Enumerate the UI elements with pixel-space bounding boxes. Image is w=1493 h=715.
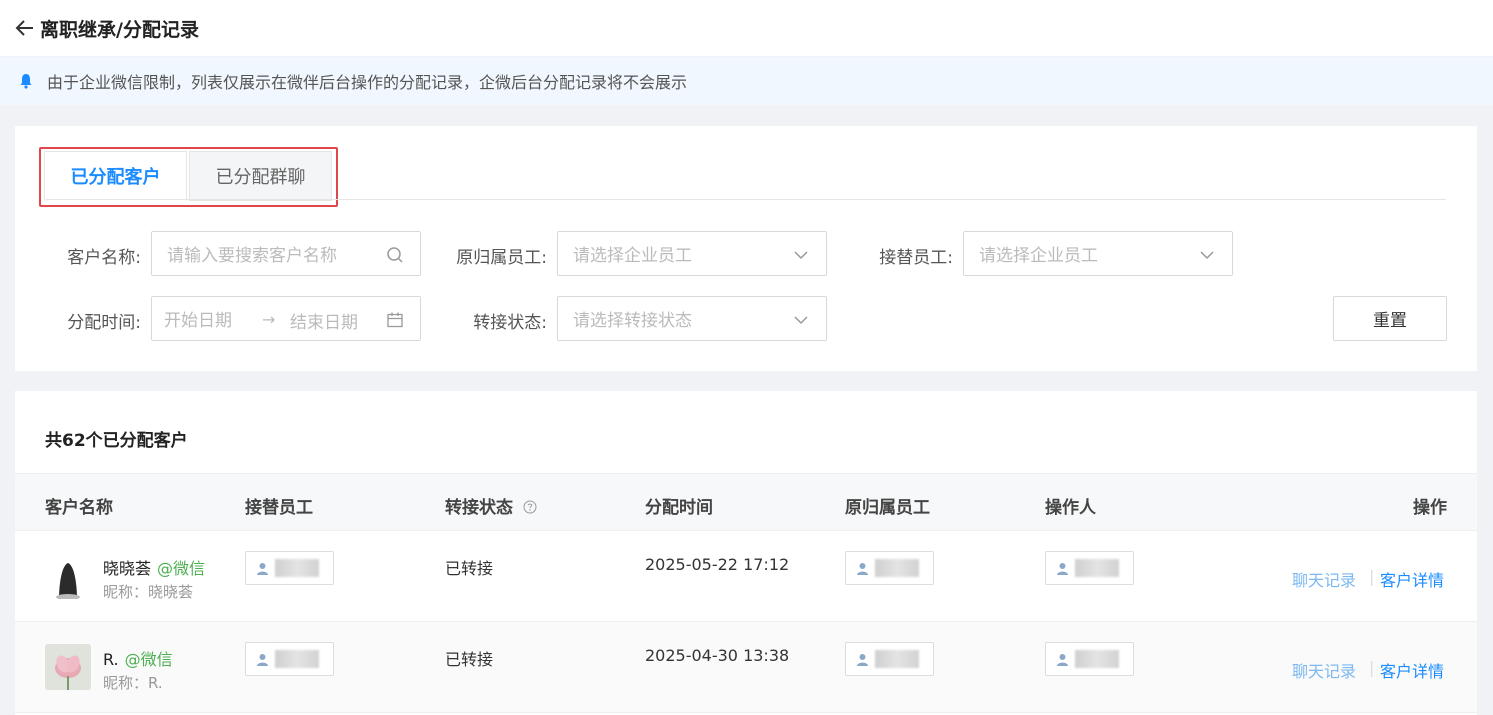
- back-arrow-icon[interactable]: [14, 17, 36, 39]
- customer-name-placeholder: 请输入要搜索客户名称: [167, 246, 337, 266]
- original-employee-label: 原归属员工:: [456, 248, 547, 268]
- tab-divider: [46, 199, 1446, 200]
- original-employee-placeholder: 请选择企业员工: [573, 246, 692, 266]
- result-count: 共62个已分配客户: [45, 431, 188, 451]
- table-row: R. @微信 昵称：R. 已转接 2025-04-30 13:38 聊天记录 | …: [15, 622, 1477, 713]
- source-tag: @微信: [157, 559, 206, 578]
- operator-tag: [1045, 642, 1134, 676]
- customer-name: 晓晓荟 @微信: [103, 555, 205, 579]
- table-header: 客户名称 接替员工 转接状态 分配时间 原归属员工 操作人 操作: [15, 473, 1477, 531]
- avatar: [45, 644, 91, 690]
- range-arrow-icon: →: [262, 310, 276, 329]
- original-employee-tag: [845, 642, 934, 676]
- transfer-status-select[interactable]: 请选择转接状态: [557, 296, 827, 341]
- assign-time-label: 分配时间:: [67, 313, 141, 333]
- redacted-name: [875, 559, 919, 577]
- chevron-down-icon: [794, 251, 808, 260]
- redacted-name: [275, 650, 319, 668]
- col-assign-time: 分配时间: [645, 498, 713, 518]
- customer-detail-link[interactable]: 客户详情: [1380, 658, 1444, 682]
- avatar: [45, 553, 91, 599]
- page-title: 离职继承/分配记录: [40, 18, 199, 41]
- user-icon: [257, 653, 268, 666]
- bell-icon: [20, 74, 32, 89]
- operator-tag: [1045, 551, 1134, 585]
- table-row: 晓晓荟 @微信 昵称：晓晓荟 已转接 2025-05-22 17:12 聊天记录 …: [15, 531, 1477, 622]
- help-icon[interactable]: [523, 500, 537, 514]
- user-icon: [1057, 562, 1068, 575]
- successor-employee-placeholder: 请选择企业员工: [979, 246, 1098, 266]
- chevron-down-icon: [794, 316, 808, 325]
- action-divider: |: [1369, 658, 1375, 677]
- customer-detail-link[interactable]: 客户详情: [1380, 567, 1444, 591]
- transfer-status-label: 转接状态:: [473, 313, 547, 333]
- original-employee-tag: [845, 551, 934, 585]
- transfer-status: 已转接: [445, 559, 494, 578]
- end-date-placeholder: 结束日期: [290, 313, 358, 333]
- col-customer-name: 客户名称: [45, 498, 113, 518]
- search-icon: [387, 247, 403, 263]
- col-operator: 操作人: [1045, 498, 1096, 518]
- tab-assigned-groups[interactable]: 已分配群聊: [189, 151, 332, 201]
- chat-history-link[interactable]: 聊天记录: [1292, 658, 1356, 682]
- user-icon: [1057, 653, 1068, 666]
- chevron-down-icon: [1200, 251, 1214, 260]
- start-date-placeholder: 开始日期: [164, 311, 232, 331]
- filter-card: 已分配客户 已分配群聊 客户名称: 请输入要搜索客户名称 原归属员工: 请选择企…: [15, 126, 1477, 371]
- assign-time: 2025-04-30 13:38: [645, 646, 790, 665]
- redacted-name: [275, 559, 319, 577]
- user-icon: [257, 562, 268, 575]
- redacted-name: [1075, 650, 1119, 668]
- col-successor: 接替员工: [245, 498, 313, 518]
- successor-employee-select[interactable]: 请选择企业员工: [963, 231, 1233, 276]
- successor-employee-tag: [245, 642, 334, 676]
- list-card: 共62个已分配客户 客户名称 接替员工 转接状态 分配时间 原归属员工 操作人 …: [15, 391, 1477, 715]
- successor-employee-tag: [245, 551, 334, 585]
- original-employee-select[interactable]: 请选择企业员工: [557, 231, 827, 276]
- user-icon: [857, 653, 868, 666]
- transfer-status: 已转接: [445, 650, 494, 669]
- assign-time: 2025-05-22 17:12: [645, 555, 790, 574]
- tab-assigned-customers[interactable]: 已分配客户: [44, 151, 187, 201]
- col-status-label: 转接状态: [445, 498, 513, 518]
- transfer-status-placeholder: 请选择转接状态: [573, 311, 692, 331]
- customer-nickname: 昵称：晓晓荟: [103, 583, 194, 601]
- notice-banner: 由于企业微信限制，列表仅展示在微伴后台操作的分配记录，企微后台分配记录将不会展示: [0, 57, 1493, 105]
- header-bar: 离职继承/分配记录: [0, 0, 1493, 56]
- redacted-name: [875, 650, 919, 668]
- customer-name-label: 客户名称:: [67, 248, 141, 268]
- calendar-icon: [387, 312, 403, 328]
- user-icon: [857, 562, 868, 575]
- action-divider: |: [1369, 567, 1375, 586]
- notice-text: 由于企业微信限制，列表仅展示在微伴后台操作的分配记录，企微后台分配记录将不会展示: [47, 73, 688, 92]
- assign-time-range[interactable]: 开始日期 → 结束日期: [151, 296, 421, 341]
- customer-name: R. @微信: [103, 646, 173, 670]
- customer-name-text: 晓晓荟: [103, 559, 152, 578]
- col-original-employee: 原归属员工: [845, 498, 930, 518]
- reset-button[interactable]: 重置: [1333, 296, 1447, 341]
- customer-name-text: R.: [103, 650, 119, 669]
- customer-name-input[interactable]: 请输入要搜索客户名称: [151, 231, 421, 276]
- col-actions: 操作: [1413, 498, 1447, 518]
- col-status: 转接状态: [445, 493, 537, 518]
- customer-nickname: 昵称：R.: [103, 674, 163, 692]
- chat-history-link[interactable]: 聊天记录: [1292, 567, 1356, 591]
- source-tag: @微信: [124, 650, 173, 669]
- redacted-name: [1075, 559, 1119, 577]
- successor-employee-label: 接替员工:: [879, 248, 953, 268]
